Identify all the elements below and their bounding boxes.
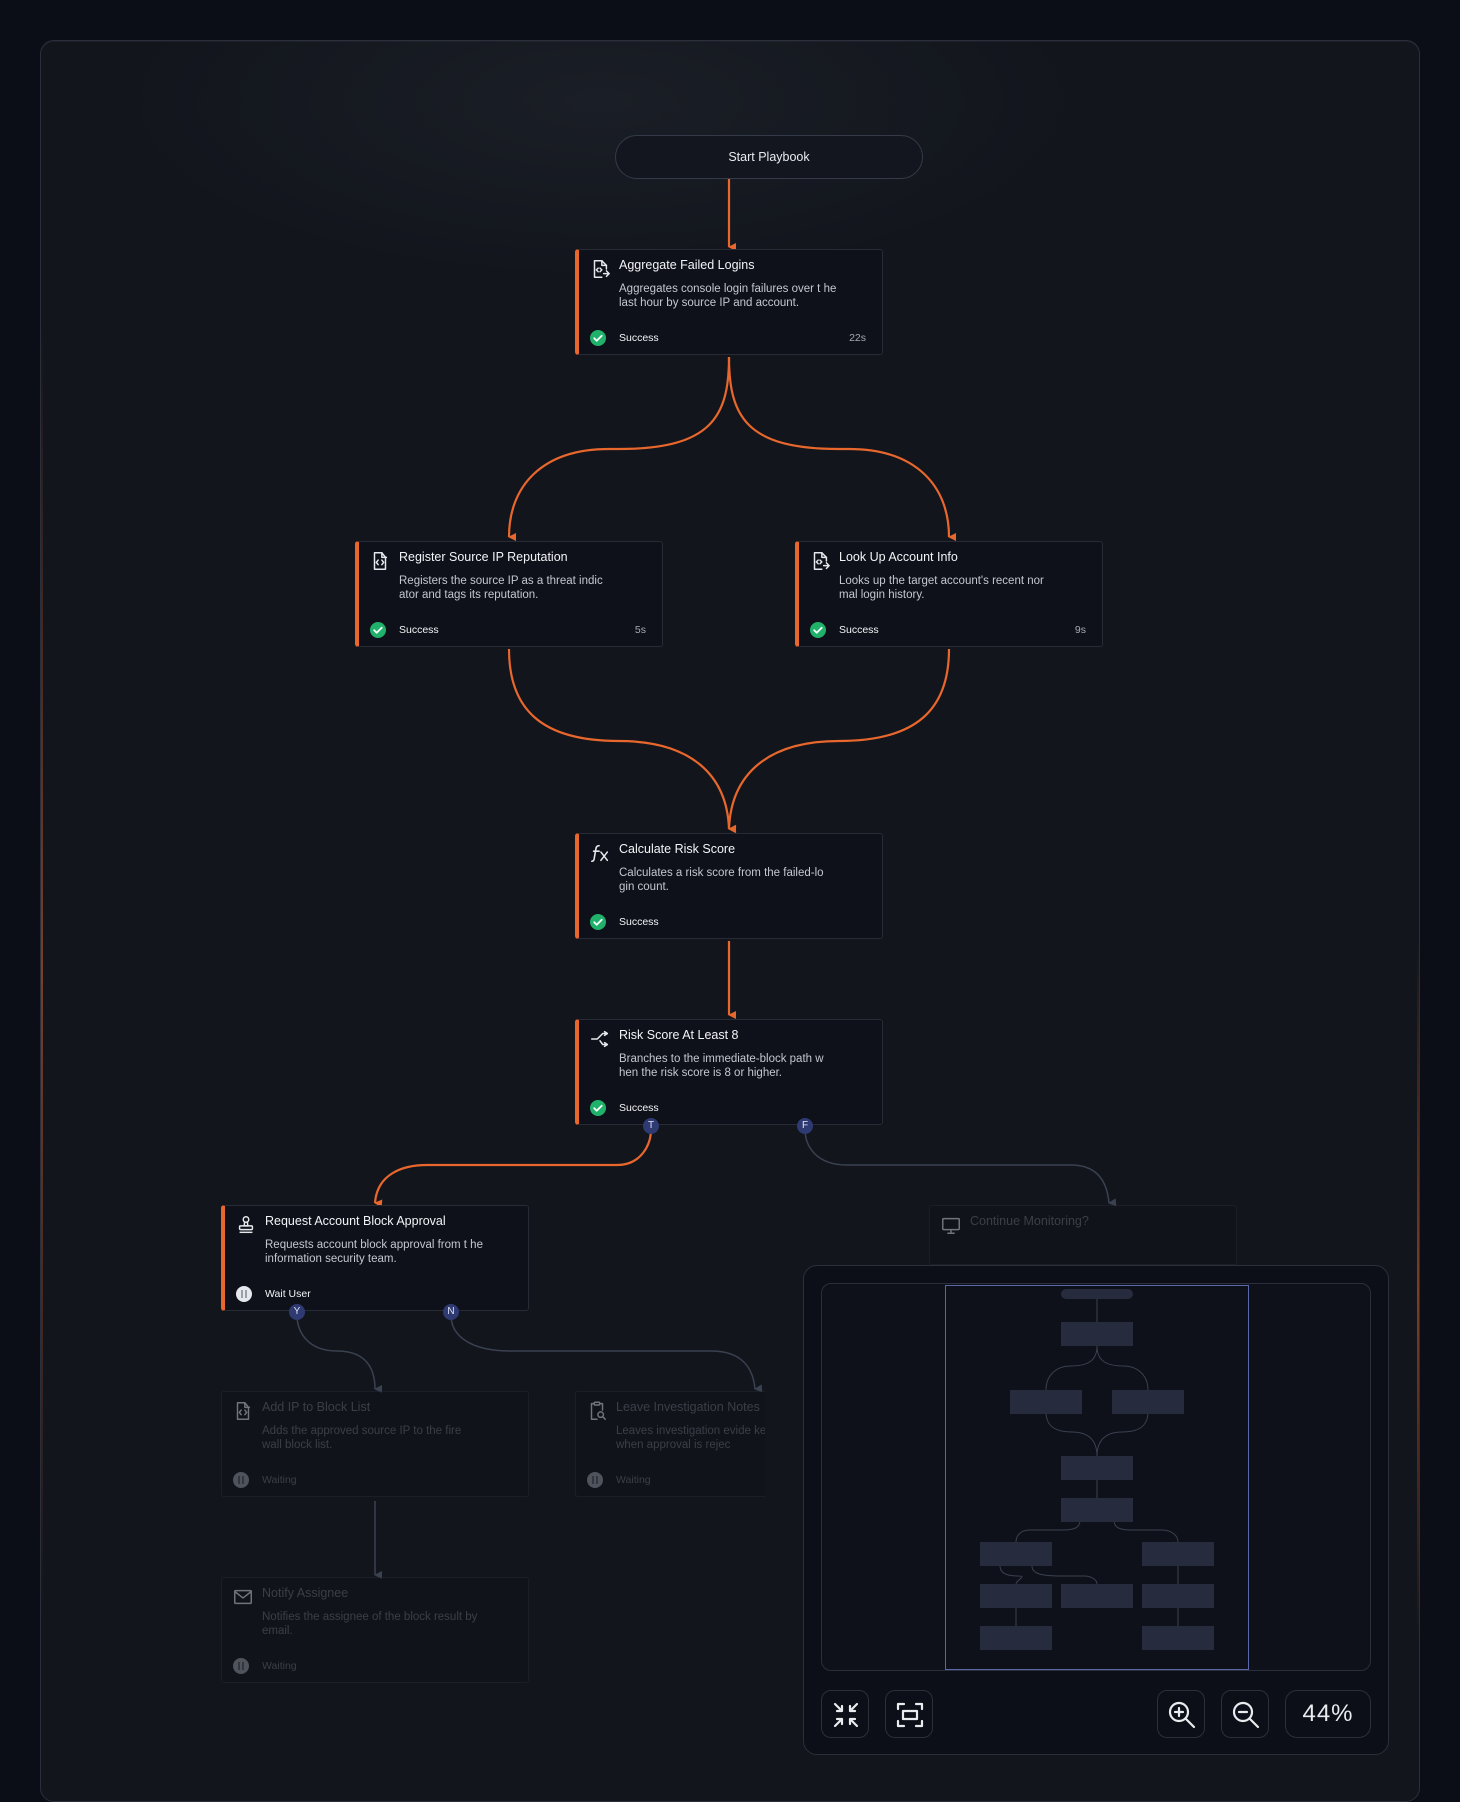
fit-view-icon bbox=[896, 1702, 924, 1728]
node-status: Success bbox=[399, 624, 439, 636]
zoom-in-icon bbox=[1168, 1701, 1196, 1729]
code-file-icon bbox=[369, 550, 391, 572]
node-title: Risk Score At Least 8 bbox=[619, 1028, 739, 1042]
node-title: Continue Monitoring? bbox=[970, 1214, 1089, 1228]
edge-request-addip bbox=[296, 1314, 383, 1393]
node-calculate-risk-score[interactable]: Calculate Risk Score Calculates a risk s… bbox=[575, 833, 883, 939]
edge-lookup-calc bbox=[727, 648, 951, 834]
node-duration: 22s bbox=[849, 332, 866, 344]
zoom-out-icon bbox=[1232, 1701, 1260, 1729]
node-description: Adds the approved source IP to the fire … bbox=[262, 1425, 462, 1451]
edge-aggregate-register bbox=[507, 356, 731, 542]
minimap-viewport[interactable] bbox=[821, 1283, 1371, 1671]
success-check-icon bbox=[370, 622, 386, 638]
node-title: Notify Assignee bbox=[262, 1586, 349, 1600]
node-status: Wait User bbox=[265, 1288, 311, 1300]
node-continue-monitoring[interactable]: Continue Monitoring? bbox=[929, 1205, 1237, 1265]
node-title: Register Source IP Reputation bbox=[399, 550, 568, 564]
node-leave-investigation-notes[interactable]: Leave Investigation Notes Leaves investi… bbox=[575, 1391, 765, 1497]
pause-status-icon bbox=[233, 1658, 249, 1674]
pause-status-icon bbox=[236, 1286, 252, 1302]
pause-status-icon bbox=[233, 1472, 249, 1488]
minimap-panel: 44% bbox=[803, 1265, 1389, 1755]
minimap-visible-area[interactable] bbox=[945, 1285, 1249, 1670]
pause-status-icon bbox=[587, 1472, 603, 1488]
node-status: Success bbox=[619, 332, 659, 344]
zoom-out-button[interactable] bbox=[1221, 1690, 1269, 1738]
node-status: Success bbox=[619, 1102, 659, 1114]
node-description: Branches to the immediate-block path w h… bbox=[619, 1053, 824, 1079]
node-status: Waiting bbox=[262, 1474, 297, 1486]
node-look-up-account-info[interactable]: Look Up Account Info Looks up the target… bbox=[795, 541, 1103, 647]
node-title: Request Account Block Approval bbox=[265, 1214, 446, 1228]
code-file-icon bbox=[232, 1400, 254, 1422]
node-description: Leaves investigation evide ket when appr… bbox=[616, 1425, 765, 1451]
port-false[interactable]: F bbox=[797, 1118, 813, 1134]
node-risk-score-condition[interactable]: Risk Score At Least 8 Branches to the im… bbox=[575, 1019, 883, 1125]
node-description: Requests account block approval from t h… bbox=[265, 1239, 483, 1265]
port-true[interactable]: T bbox=[643, 1118, 659, 1134]
edge-register-calc bbox=[507, 648, 737, 833]
node-title: Calculate Risk Score bbox=[619, 842, 736, 856]
edge-request-notes bbox=[450, 1314, 763, 1393]
node-aggregate-failed-logins[interactable]: Aggregate Failed Logins Aggregates conso… bbox=[575, 249, 883, 355]
mail-icon bbox=[232, 1586, 254, 1608]
zoom-in-button[interactable] bbox=[1157, 1690, 1205, 1738]
success-check-icon bbox=[810, 622, 826, 638]
node-title: Aggregate Failed Logins bbox=[619, 258, 755, 272]
clipboard-search-icon bbox=[586, 1400, 608, 1422]
start-playbook-node[interactable]: Start Playbook bbox=[615, 135, 923, 179]
node-register-source-ip-reputation[interactable]: Register Source IP Reputation Registers … bbox=[355, 541, 663, 647]
fit-to-view-button[interactable] bbox=[885, 1690, 933, 1738]
edge-risk-continue bbox=[804, 1128, 1117, 1207]
approval-stamp-icon bbox=[235, 1214, 257, 1236]
node-status: Waiting bbox=[616, 1474, 651, 1486]
collapse-arrows-icon bbox=[833, 1702, 859, 1728]
node-duration: 5s bbox=[634, 624, 646, 636]
node-title: Look Up Account Info bbox=[839, 550, 958, 564]
node-description: Registers the source IP as a threat indi… bbox=[399, 575, 603, 601]
edge-aggregate-lookup bbox=[727, 356, 957, 541]
node-add-ip-to-block-list[interactable]: Add IP to Block List Adds the approved s… bbox=[221, 1391, 529, 1497]
branch-icon bbox=[589, 1028, 611, 1050]
playbook-canvas[interactable]: Start Playbook Aggregate Failed Logins A… bbox=[40, 40, 1420, 1802]
node-notify-assignee[interactable]: Notify Assignee Notifies the assignee of… bbox=[221, 1577, 529, 1683]
node-status: Waiting bbox=[262, 1660, 297, 1672]
node-request-account-block-approval[interactable]: Request Account Block Approval Requests … bbox=[221, 1205, 529, 1311]
collapse-button[interactable] bbox=[821, 1690, 869, 1738]
node-description: Notifies the assignee of the block resul… bbox=[262, 1611, 478, 1637]
success-check-icon bbox=[590, 914, 606, 930]
zoom-level: 44% bbox=[1285, 1690, 1371, 1738]
port-yes[interactable]: Y bbox=[289, 1304, 305, 1320]
success-check-icon bbox=[590, 330, 606, 346]
node-title: Leave Investigation Notes bbox=[616, 1400, 760, 1414]
node-status: Success bbox=[619, 916, 659, 928]
monitor-icon bbox=[940, 1214, 962, 1236]
port-no[interactable]: N bbox=[443, 1304, 459, 1320]
node-duration: 9s bbox=[1074, 624, 1086, 636]
code-file-icon bbox=[809, 550, 831, 572]
node-title: Add IP to Block List bbox=[262, 1400, 371, 1414]
node-description: Looks up the target account's recent nor… bbox=[839, 575, 1044, 601]
function-icon bbox=[589, 842, 611, 864]
success-check-icon bbox=[590, 1100, 606, 1116]
code-file-icon bbox=[589, 258, 611, 280]
node-description: Aggregates console login failures over t… bbox=[619, 283, 837, 309]
node-status: Success bbox=[839, 624, 879, 636]
node-description: Calculates a risk score from the failed-… bbox=[619, 867, 824, 893]
edge-risk-request bbox=[373, 1128, 653, 1208]
